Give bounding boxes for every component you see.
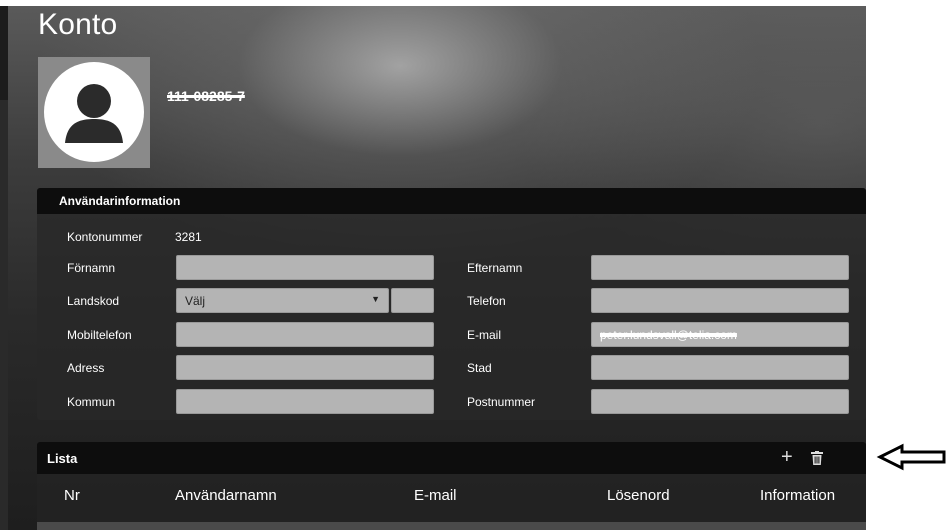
first-name-label: Förnamn [67,261,116,275]
city-label: Stad [467,361,492,375]
address-label: Adress [67,361,105,375]
caret-down-icon: ▼ [371,294,380,304]
column-header-username[interactable]: Användarnamn [175,487,277,504]
user-info-panel: Användarinformation Kontonummer 3281 För… [37,188,866,420]
country-code-value: Välj [185,294,206,308]
municipality-field[interactable] [176,389,434,414]
postal-code-label: Postnummer [467,395,536,409]
page: Konto 111-08285-7 Användarinformation Ko… [0,0,951,530]
email-value: peter.lundsvall@telia.com [600,328,737,342]
user-icon [44,62,144,162]
list-panel: Lista + Nr Användarnamn E-mail Lösenord … [37,442,866,530]
account-number-value: 3281 [175,230,202,244]
city-field[interactable] [591,355,849,380]
list-title: Lista [47,451,78,466]
first-name-field[interactable] [176,255,434,280]
left-edge-lower [0,100,8,530]
municipality-label: Kommun [67,395,116,409]
country-code-prefix-field[interactable] [391,288,434,313]
mobile-label: Mobiltelefon [67,328,132,342]
postal-code-field[interactable] [591,389,849,414]
user-info-title: Användarinformation [59,194,181,208]
list-header: Lista + [37,442,866,474]
column-header-nr[interactable]: Nr [64,487,80,504]
trash-icon[interactable] [811,451,823,470]
username: 111-08285-7 [167,88,245,104]
country-code-label: Landskod [67,294,120,308]
last-name-label: Efternamn [467,261,523,275]
user-info-header: Användarinformation [37,188,866,214]
column-header-email[interactable]: E-mail [414,487,457,504]
page-title: Konto [38,8,118,41]
phone-field[interactable] [591,288,849,313]
column-header-password[interactable]: Lösenord [607,487,670,504]
country-code-select[interactable]: Välj ▼ [176,288,389,313]
mobile-field[interactable] [176,322,434,347]
email-field[interactable]: peter.lundsvall@telia.com [591,322,849,347]
last-name-field[interactable] [591,255,849,280]
account-number-label: Kontonummer [67,230,143,244]
avatar[interactable] [38,57,150,168]
list-divider [37,522,866,530]
email-label: E-mail [467,328,502,342]
address-field[interactable] [176,355,434,380]
column-header-information[interactable]: Information [760,487,835,504]
plus-icon[interactable]: + [781,446,793,469]
left-arrow-icon [876,443,948,476]
phone-label: Telefon [467,294,506,308]
